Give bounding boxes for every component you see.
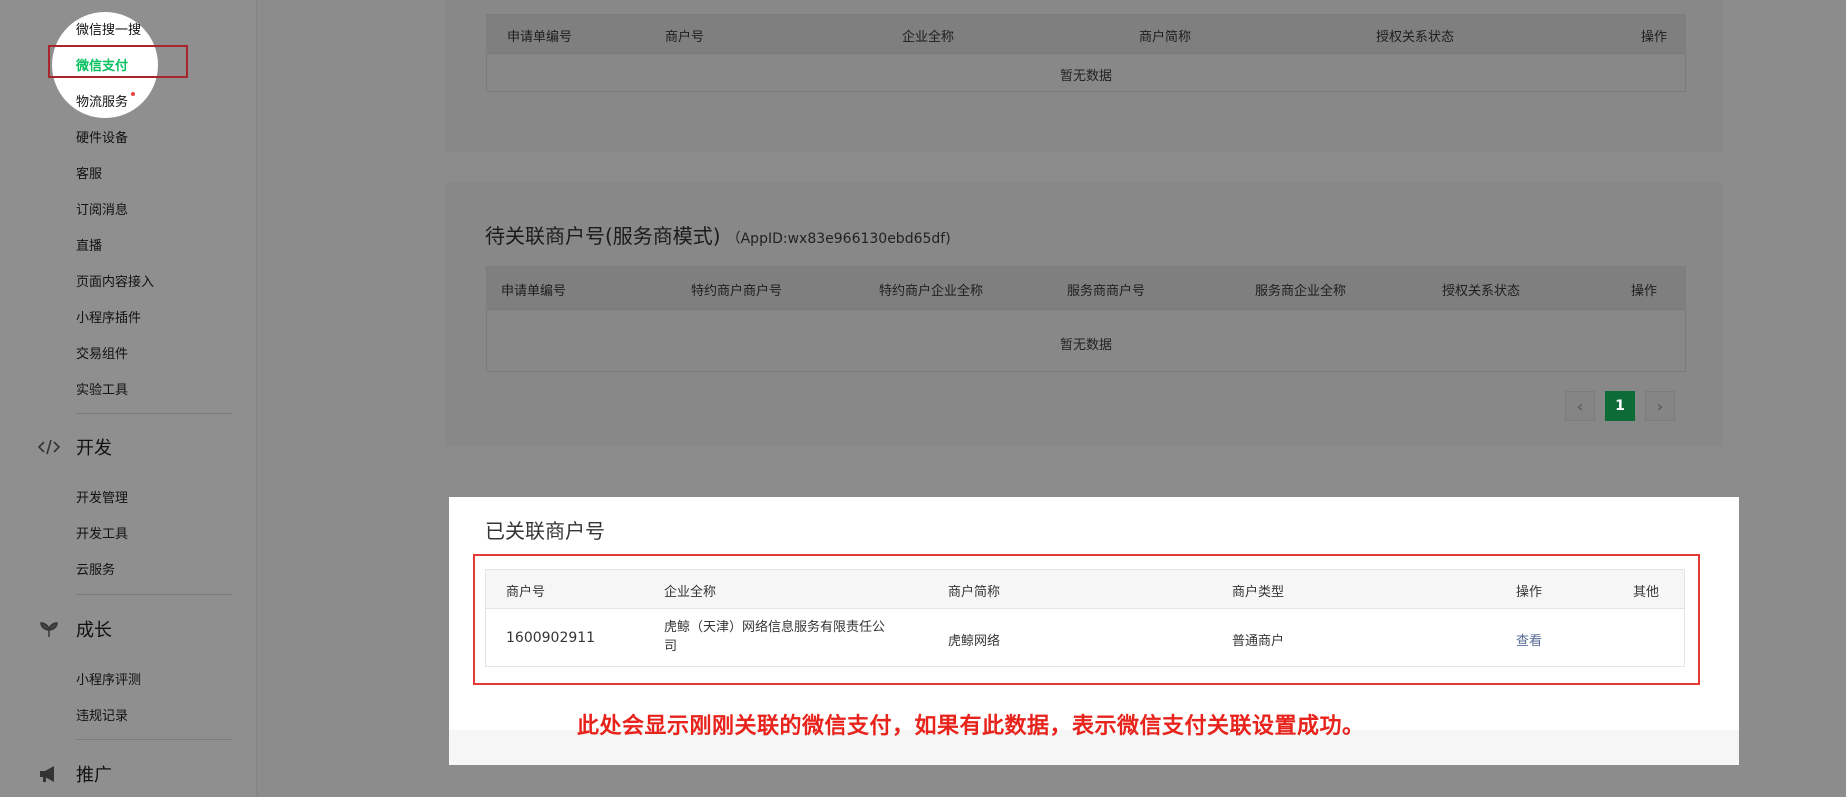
column-header: 企业全称 (902, 30, 955, 45)
column-header: 操作 (1631, 284, 1658, 299)
empty-state: 暂无数据 (1059, 338, 1112, 353)
sidebar-item-wechat-pay[interactable]: 微信支付 (76, 55, 128, 74)
sidebar-section-title: 成长 (76, 620, 112, 641)
sidebar-item-dev-management[interactable]: 开发管理 (76, 487, 128, 506)
code-icon (38, 436, 60, 458)
sidebar-item-page-content[interactable]: 页面内容接入 (76, 271, 154, 290)
table-header: 申请单编号 特约商户商户号 特约商户企业全称 服务商商户号 服务商企业全称 授权… (487, 267, 1685, 310)
annotation-frame (473, 554, 1700, 685)
pagination-page-button[interactable]: 1 (1605, 391, 1635, 421)
section-title: 待关联商户号(服务商模式) （AppID:wx83e966130ebd65df) (485, 220, 951, 249)
sidebar: 微信搜一搜 微信支付 物流服务 硬件设备 客服 订阅消息 直播 页面内容接入 小… (0, 0, 257, 797)
column-header: 特约商户企业全称 (879, 284, 984, 299)
sprout-icon (38, 618, 60, 640)
sidebar-section-dev[interactable]: 开发 (38, 434, 112, 460)
sidebar-section-title: 开发 (76, 438, 112, 459)
pending-merchant-panel: 待关联商户号(服务商模式) （AppID:wx83e966130ebd65df) … (445, 182, 1723, 447)
linked-merchant-panel: 已关联商户号 商户号 企业全称 商户简称 商户类型 操作 其他 16009029… (449, 497, 1739, 765)
column-header: 服务商商户号 (1067, 284, 1146, 299)
sidebar-item-customer-service[interactable]: 客服 (76, 163, 102, 182)
notification-dot (131, 92, 135, 96)
column-header: 授权关系状态 (1376, 30, 1455, 45)
annotation-text: 此处会显示刚刚关联的微信支付，如果有此数据，表示微信支付关联设置成功。 (577, 714, 1365, 739)
linked-title: 已关联商户号 (485, 519, 605, 543)
table-header: 申请单编号 商户号 企业全称 商户简称 授权关系状态 操作 (487, 15, 1685, 54)
column-header: 特约商户商户号 (691, 284, 783, 299)
sidebar-item-experiment-tools[interactable]: 实验工具 (76, 379, 128, 398)
pending-table: 申请单编号 特约商户商户号 特约商户企业全称 服务商商户号 服务商企业全称 授权… (486, 266, 1686, 372)
column-header: 授权关系状态 (1442, 284, 1521, 299)
sidebar-section-promotion[interactable]: 推广 (38, 761, 112, 787)
sidebar-item-dev-tools[interactable]: 开发工具 (76, 523, 128, 542)
sidebar-item-live[interactable]: 直播 (76, 235, 102, 254)
sidebar-item-plugins[interactable]: 小程序插件 (76, 307, 141, 326)
sidebar-divider (76, 413, 232, 414)
sidebar-item-logistics[interactable]: 物流服务 (76, 91, 128, 110)
sidebar-section-growth[interactable]: 成长 (38, 616, 112, 642)
column-header: 商户简称 (1139, 30, 1192, 45)
column-header: 申请单编号 (501, 284, 567, 299)
sidebar-item-weixin-search[interactable]: 微信搜一搜 (76, 19, 141, 38)
application-panel: 申请单编号 商户号 企业全称 商户简称 授权关系状态 操作 暂无数据 (445, 0, 1723, 152)
column-header: 申请单编号 (507, 30, 573, 45)
pagination-prev-button[interactable]: ‹ (1565, 391, 1595, 421)
sidebar-section-title: 推广 (76, 765, 112, 786)
sidebar-item-evaluation[interactable]: 小程序评测 (76, 669, 141, 688)
sidebar-item-subscribe-message[interactable]: 订阅消息 (76, 199, 128, 218)
sidebar-item-hardware[interactable]: 硬件设备 (76, 127, 128, 146)
empty-state: 暂无数据 (1059, 69, 1112, 84)
sidebar-divider (76, 594, 232, 595)
column-header: 操作 (1641, 30, 1668, 45)
pending-title: 待关联商户号(服务商模式) (485, 224, 721, 248)
sidebar-divider (76, 739, 232, 740)
sidebar-item-violations[interactable]: 违规记录 (76, 705, 128, 724)
column-header: 商户号 (665, 30, 705, 45)
application-table: 申请单编号 商户号 企业全称 商户简称 授权关系状态 操作 暂无数据 (486, 14, 1686, 92)
pagination-next-button[interactable]: › (1645, 391, 1675, 421)
megaphone-icon (38, 763, 60, 785)
sidebar-item-trade-component[interactable]: 交易组件 (76, 343, 128, 362)
appid-label: （AppID:wx83e966130ebd65df) (726, 231, 951, 247)
column-header: 服务商企业全称 (1255, 284, 1347, 299)
sidebar-item-cloud-service[interactable]: 云服务 (76, 559, 115, 578)
